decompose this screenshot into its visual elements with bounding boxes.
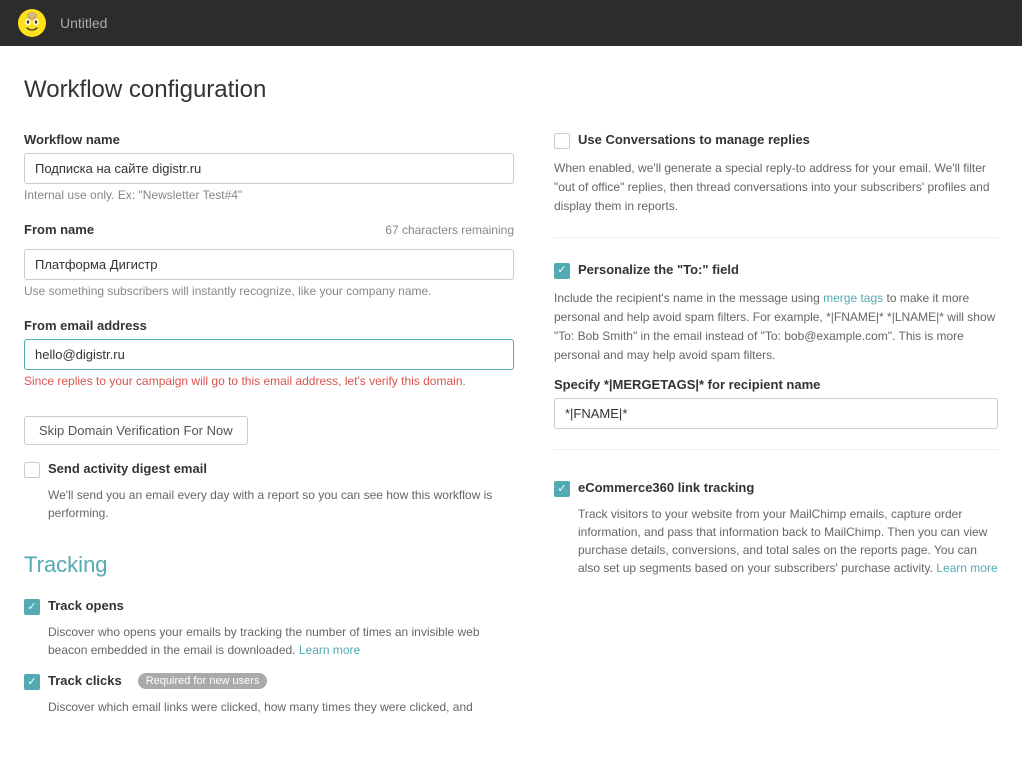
track-opens-checkbox[interactable]	[24, 599, 40, 615]
main-content: Workflow configuration Workflow name Int…	[0, 46, 1022, 760]
track-clicks-section: Track clicks Required for new users Disc…	[24, 673, 514, 716]
merge-tags-link[interactable]: merge tags	[823, 291, 883, 305]
ecommerce-desc: Track visitors to your website from your…	[578, 505, 998, 577]
ecommerce-checkbox-row[interactable]: eCommerce360 link tracking	[554, 480, 998, 497]
conversations-title: Use Conversations to manage replies	[578, 132, 810, 147]
tracking-left-col: Track opens Discover who opens your emai…	[24, 598, 514, 730]
conversations-header: Use Conversations to manage replies	[554, 132, 998, 149]
workflow-name-hint: Internal use only. Ex: "Newsletter Test#…	[24, 188, 514, 202]
topnav-title: Untitled	[60, 15, 107, 31]
app-logo	[16, 7, 48, 39]
from-name-label: From name	[24, 222, 94, 237]
email-field-wrapper	[24, 339, 514, 370]
send-digest-desc: We'll send you an email every day with a…	[48, 486, 514, 522]
from-email-label: From email address	[24, 318, 514, 333]
from-name-input[interactable]	[24, 249, 514, 280]
track-opens-desc: Discover who opens your emails by tracki…	[48, 623, 514, 659]
personalize-title: Personalize the "To:" field	[578, 262, 739, 277]
from-email-error: Since replies to your campaign will go t…	[24, 374, 514, 388]
conversations-desc: When enabled, we'll generate a special r…	[554, 159, 998, 217]
from-email-input[interactable]	[24, 339, 514, 370]
personalize-desc: Include the recipient's name in the mess…	[554, 289, 998, 366]
track-clicks-badge: Required for new users	[138, 673, 268, 689]
conversations-checkbox[interactable]	[554, 133, 570, 149]
tracking-section-title: Tracking	[24, 552, 514, 578]
personalize-checkbox[interactable]	[554, 263, 570, 279]
ecommerce-tracking-section: eCommerce360 link tracking Track visitor…	[554, 480, 998, 577]
skip-domain-verification-button[interactable]: Skip Domain Verification For Now	[24, 416, 248, 445]
track-opens-label: Track opens	[48, 598, 124, 613]
send-digest-section: Send activity digest email We'll send yo…	[24, 461, 514, 522]
track-clicks-desc: Discover which email links were clicked,…	[48, 698, 514, 716]
personalize-panel: Personalize the "To:" field Include the …	[554, 262, 998, 451]
ecommerce-section: eCommerce360 link tracking Track visitor…	[554, 480, 998, 577]
from-name-label-row: From name 67 characters remaining	[24, 222, 514, 237]
top-navigation: Untitled	[0, 0, 1022, 46]
send-digest-checkbox-row[interactable]: Send activity digest email	[24, 461, 514, 478]
track-clicks-label: Track clicks	[48, 673, 122, 688]
track-opens-checkbox-row[interactable]: Track opens	[24, 598, 514, 615]
tracking-grid: Track opens Discover who opens your emai…	[24, 598, 514, 730]
form-columns: Workflow name Internal use only. Ex: "Ne…	[24, 132, 998, 730]
workflow-name-group: Workflow name Internal use only. Ex: "Ne…	[24, 132, 514, 202]
ecommerce-label: eCommerce360 link tracking	[578, 480, 754, 495]
track-opens-section: Track opens Discover who opens your emai…	[24, 598, 514, 659]
workflow-name-label: Workflow name	[24, 132, 514, 147]
left-column: Workflow name Internal use only. Ex: "Ne…	[24, 132, 514, 730]
send-digest-label: Send activity digest email	[48, 461, 207, 476]
send-digest-checkbox[interactable]	[24, 462, 40, 478]
workflow-name-input[interactable]	[24, 153, 514, 184]
from-name-hint: Use something subscribers will instantly…	[24, 284, 514, 298]
track-opens-learn-more-link[interactable]: Learn more	[299, 643, 360, 657]
char-count: 67 characters remaining	[385, 223, 514, 237]
ecommerce-learn-more-link[interactable]: Learn more	[936, 561, 997, 575]
track-clicks-checkbox[interactable]	[24, 674, 40, 690]
merge-tags-field-label: Specify *|MERGETAGS|* for recipient name	[554, 377, 998, 392]
personalize-header: Personalize the "To:" field	[554, 262, 998, 279]
right-column: Use Conversations to manage replies When…	[554, 132, 998, 730]
ecommerce-checkbox[interactable]	[554, 481, 570, 497]
page-title: Workflow configuration	[24, 76, 998, 104]
from-name-group: From name 67 characters remaining Use so…	[24, 222, 514, 298]
from-email-group: From email address Since replies to your…	[24, 318, 514, 388]
merge-tags-input[interactable]	[554, 398, 998, 429]
track-clicks-checkbox-row[interactable]: Track clicks Required for new users	[24, 673, 514, 690]
conversations-panel: Use Conversations to manage replies When…	[554, 132, 998, 238]
